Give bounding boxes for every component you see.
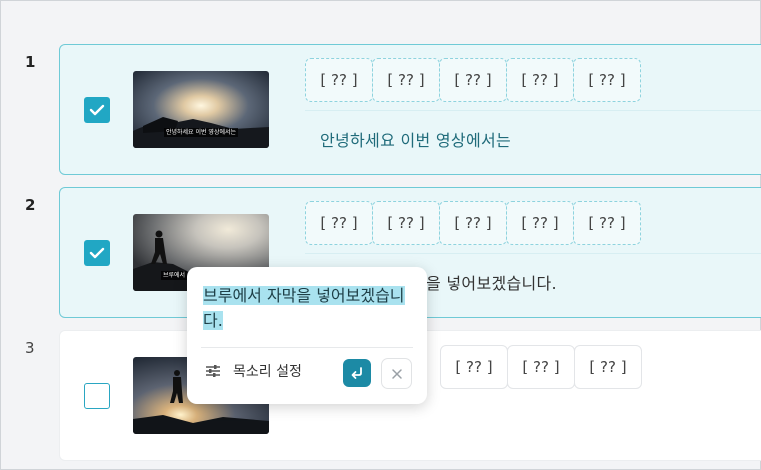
token-chip[interactable]: [ ?? ]: [439, 58, 507, 102]
row-number: 1: [25, 53, 36, 71]
token-chip[interactable]: [ ?? ]: [507, 345, 575, 389]
subtitle-edit-popup: 브루에서 자막을 넣어보겠습니다. 목소리 설정: [187, 267, 427, 404]
confirm-button[interactable]: [343, 359, 371, 387]
token-group: [ ?? ] [ ?? ] [ ?? ] [ ?? ] [ ?? ]: [305, 58, 641, 102]
token-chip[interactable]: [ ?? ]: [372, 58, 440, 102]
token-chip[interactable]: [ ?? ]: [574, 345, 642, 389]
subtitle-text[interactable]: 을 넣어보겠습니다.: [426, 270, 557, 294]
voice-settings-label: 목소리 설정: [233, 364, 302, 380]
row-number: 2: [25, 196, 36, 214]
token-chip[interactable]: [ ?? ]: [372, 201, 440, 245]
thumb-caption: 브루에서: [161, 271, 188, 280]
token-chip[interactable]: [ ?? ]: [506, 58, 574, 102]
token-chip[interactable]: [ ?? ]: [439, 201, 507, 245]
token-chip[interactable]: [ ?? ]: [440, 345, 508, 389]
row-checkbox[interactable]: [84, 383, 110, 409]
subtitle-text[interactable]: 안녕하세요 이번 영상에서는: [320, 127, 511, 151]
popup-divider: [201, 347, 413, 348]
enter-icon: [351, 367, 362, 379]
token-group: [ ?? ] [ ?? ] [ ?? ] [ ?? ] [ ?? ]: [305, 201, 641, 245]
close-icon: [391, 368, 402, 379]
token-chip[interactable]: [ ?? ]: [305, 58, 373, 102]
subtitle-edit-text[interactable]: 브루에서 자막을 넣어보겠습니다.: [203, 283, 411, 333]
row-number: 3: [25, 339, 35, 357]
row-checkbox[interactable]: [84, 97, 110, 123]
token-chip[interactable]: [ ?? ]: [573, 201, 641, 245]
sliders-icon: [206, 365, 220, 377]
cancel-button[interactable]: [381, 358, 412, 389]
selected-text[interactable]: 브루에서 자막을 넣어보겠습니다.: [203, 286, 405, 330]
token-chip[interactable]: [ ?? ]: [573, 58, 641, 102]
row-checkbox[interactable]: [84, 240, 110, 266]
token-chip[interactable]: [ ?? ]: [305, 201, 373, 245]
token-group: [ ?? ] [ ?? ] [ ?? ]: [440, 345, 642, 389]
voice-settings-button[interactable]: 목소리 설정: [205, 361, 302, 381]
row-divider: [305, 253, 761, 254]
scene-thumbnail[interactable]: 안녕하세요 이번 영상에서는: [133, 71, 269, 148]
row-divider: [305, 110, 761, 111]
token-chip[interactable]: [ ?? ]: [506, 201, 574, 245]
thumb-caption: 안녕하세요 이번 영상에서는: [163, 128, 239, 137]
subtitle-row-1[interactable]: 안녕하세요 이번 영상에서는 [ ?? ] [ ?? ] [ ?? ] [ ??…: [59, 44, 761, 175]
